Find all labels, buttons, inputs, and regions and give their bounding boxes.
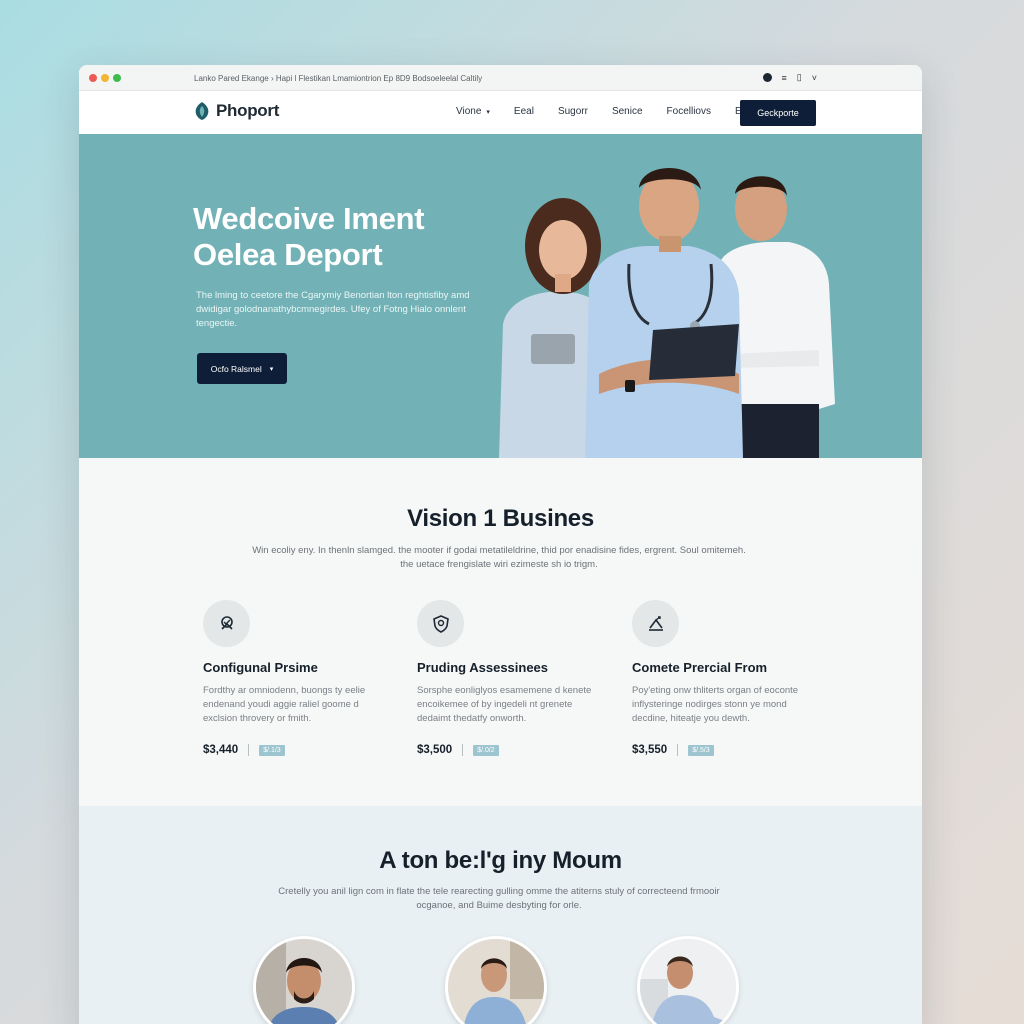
hero-cta-label: Ocfo Ralsmel (210, 363, 262, 374)
doctor-figure (585, 168, 743, 458)
service-card-title: Comete Prercial From (632, 660, 768, 675)
chevron-down-icon: ▾ (269, 365, 274, 373)
team-section: A ton be:l'g iny Moum Cretelly you anil … (79, 806, 922, 1024)
handshake-icon (203, 600, 250, 647)
site-header: Phoport Vione ▾ Eeal Sugorr Senice Focel… (79, 91, 922, 134)
menu-icon[interactable]: ≡ (782, 73, 787, 83)
divider (248, 744, 250, 756)
bookmark-icon[interactable]: ▯ (797, 72, 802, 83)
browser-toolbar: ≡ ▯ ˅ (762, 72, 817, 83)
browser-window: Lanko Pared Ekange › Hapi l Flestikan Lm… (79, 65, 922, 1024)
logo-icon (195, 102, 209, 120)
team-member-avatar[interactable] (445, 936, 547, 1024)
section-subtitle: Cretelly you anil lign com in flate the … (278, 886, 720, 911)
hero-title: Wedcoive Iment Oelea Deport (193, 201, 425, 273)
nav-item-sugorr[interactable]: Sugorr (558, 106, 588, 117)
profile-icon[interactable] (762, 73, 772, 82)
header-cta-button[interactable]: Geckporte (740, 100, 816, 126)
divider (462, 744, 464, 756)
main-menu: Vione ▾ Eeal Sugorr Senice Focelliovs Ea… (456, 106, 778, 117)
service-price: $3,550 (632, 744, 668, 756)
service-price: $3,500 (417, 744, 453, 756)
minimize-window-button[interactable] (101, 74, 109, 82)
service-card-description: Fordthy ar omniodenn, buongs ty eelie en… (203, 685, 366, 724)
service-card-price-row: $3,550 $/.5/3 (632, 744, 832, 756)
site-logo[interactable]: Phoport (192, 100, 279, 122)
service-card-description: Poy'eting onw thliterts organ of eoconte… (632, 685, 799, 724)
service-card[interactable]: Configunal Prsime Fordthy ar omniodenn, … (203, 600, 403, 756)
service-card[interactable]: Pruding Assessinees Sorsphe eonliglyos e… (417, 600, 617, 756)
service-card[interactable]: Comete Prercial From Poy'eting onw thlit… (632, 600, 832, 756)
team-member-photo (448, 939, 544, 1024)
service-card-title: Configunal Prsime (203, 660, 318, 675)
logo-text: Phoport (216, 101, 280, 120)
price-tag: $/.1/3 (259, 744, 285, 756)
browser-chrome: Lanko Pared Ekange › Hapi l Flestikan Lm… (79, 65, 922, 91)
window-controls (89, 74, 121, 82)
hero-cta-button[interactable]: Ocfo Ralsmel ▾ (197, 353, 287, 384)
close-window-button[interactable] (89, 74, 97, 82)
divider (677, 744, 679, 756)
service-card-price-row: $3,500 $/.0/2 (417, 744, 617, 756)
service-card-description: Sorsphe eonliglyos esamemene d kenete en… (417, 685, 592, 724)
hero-section: Wedcoive Iment Oelea Deport The lming to… (79, 134, 922, 458)
price-tag: $/.5/3 (688, 744, 714, 756)
service-card-title: Pruding Assessinees (417, 660, 549, 675)
nav-item-focelliovs[interactable]: Focelliovs (667, 106, 711, 117)
services-section: Vision 1 Busines Win ecoliy eny. In then… (79, 458, 922, 806)
section-title: Vision 1 Busines (407, 505, 594, 532)
hero-team-photo (499, 168, 835, 458)
maximize-window-button[interactable] (113, 74, 121, 82)
nav-item-senice[interactable]: Senice (612, 106, 643, 117)
nav-item-eeal[interactable]: Eeal (514, 106, 534, 117)
growth-arrow-icon (632, 600, 679, 647)
team-member-photo (640, 939, 736, 1024)
team-member-avatar[interactable] (637, 936, 739, 1024)
hero-title-line: Oelea Deport (193, 237, 383, 272)
nav-item-label: Vione (456, 106, 482, 117)
hero-title-line: Wedcoive Iment (193, 201, 425, 236)
shield-check-icon (417, 600, 464, 647)
hero-description: The lming to ceetore the Cgarymiy Benort… (196, 290, 470, 329)
service-card-price-row: $3,440 $/.1/3 (203, 744, 403, 756)
price-tag: $/.0/2 (473, 744, 499, 756)
service-price: $3,440 (203, 744, 239, 756)
chevron-down-icon: ▾ (486, 108, 490, 116)
nav-item-vione[interactable]: Vione ▾ (456, 106, 490, 117)
team-member-photo (256, 939, 352, 1024)
team-member-avatar[interactable] (253, 936, 355, 1024)
chevron-down-icon[interactable]: ˅ (812, 73, 817, 83)
section-subtitle: Win ecoliy eny. In thenln slamged. the m… (252, 545, 746, 570)
address-bar[interactable]: Lanko Pared Ekange › Hapi l Flestikan Lm… (194, 74, 482, 83)
section-title: A ton be:l'g iny Moum (379, 847, 622, 874)
